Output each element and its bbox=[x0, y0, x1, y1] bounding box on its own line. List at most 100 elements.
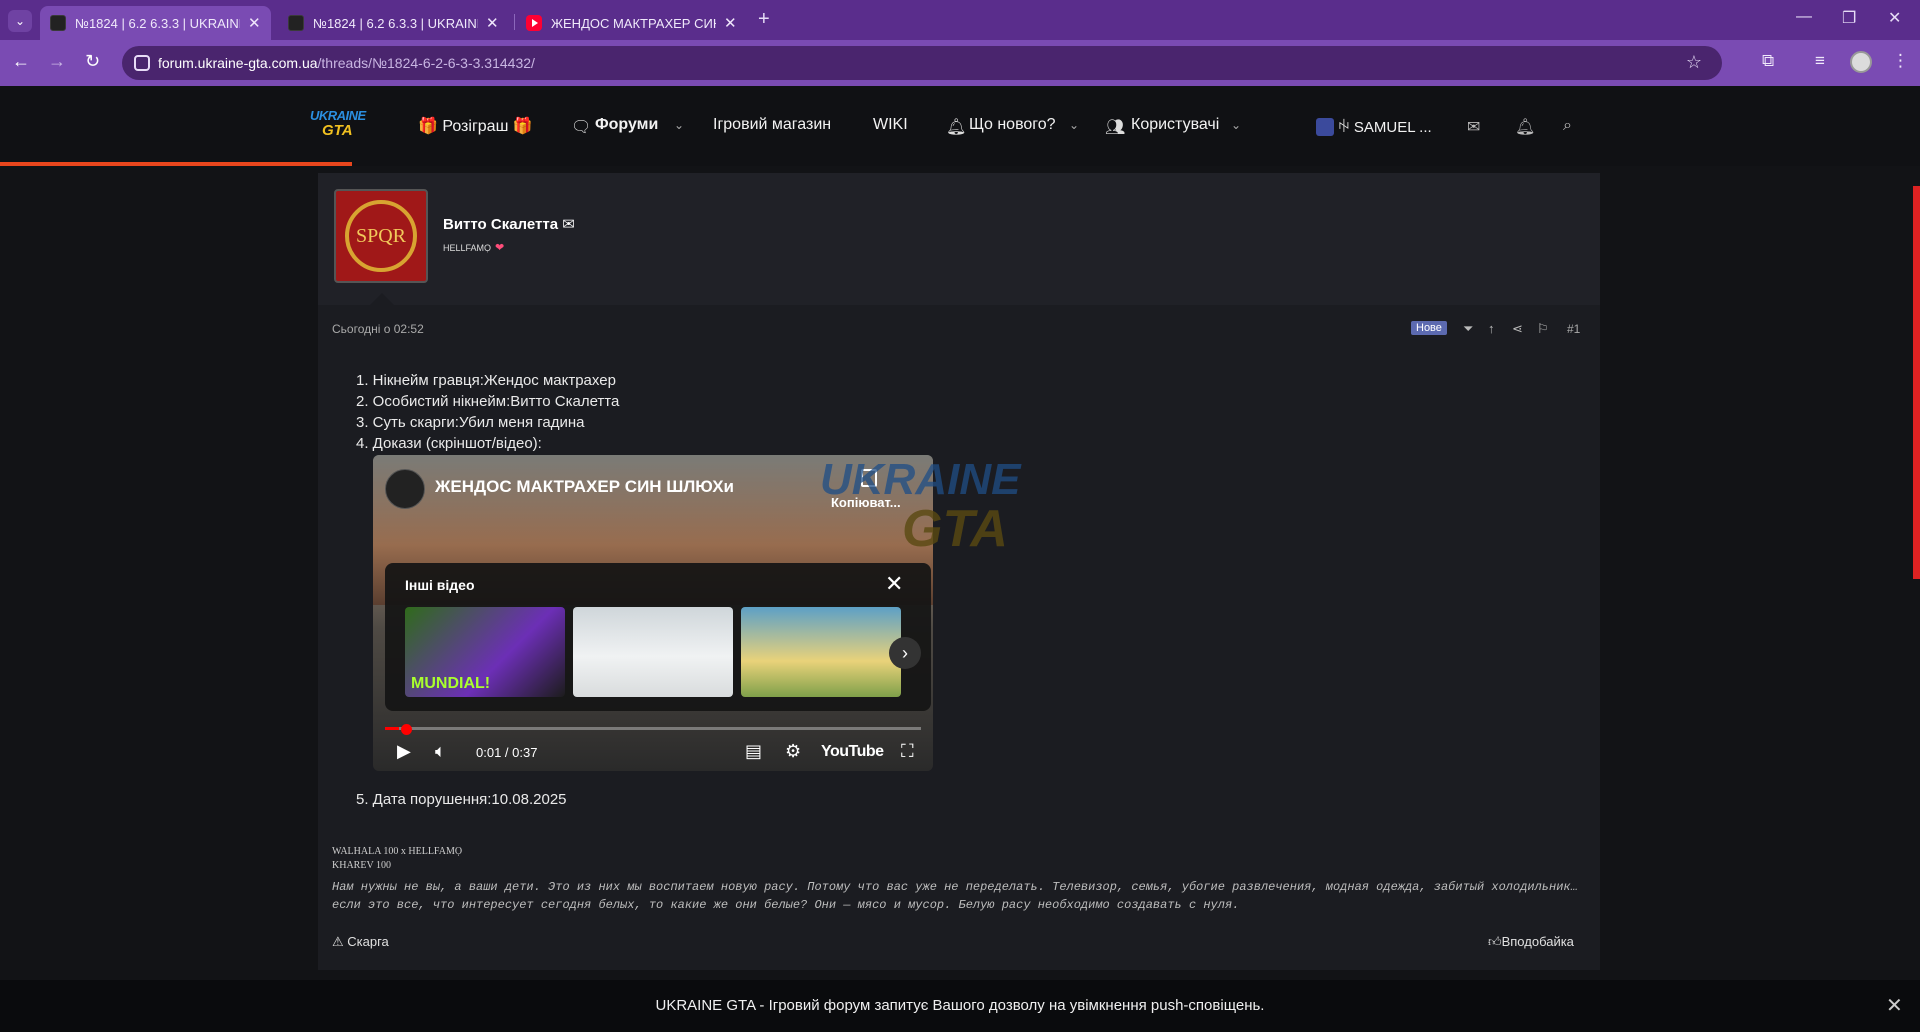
author-name[interactable]: Витто Скалетта ✉ bbox=[443, 215, 575, 233]
account-menu[interactable]: ꑭ SAMUEL ... bbox=[1338, 116, 1432, 136]
like-label: Вподобайка bbox=[1501, 934, 1574, 949]
channel-avatar[interactable] bbox=[385, 469, 425, 509]
extensions-puzzle-icon[interactable]: ⧉ bbox=[1762, 51, 1774, 71]
new-badge: Нове bbox=[1411, 321, 1447, 335]
envelope-icon: ✉ bbox=[562, 216, 575, 233]
list-item: 5. Дата порушення:10.08.2025 bbox=[356, 791, 567, 808]
share-icon[interactable]: ⋖ bbox=[1512, 321, 1523, 337]
close-window-icon[interactable]: ✕ bbox=[1888, 8, 1901, 28]
video-thumbnail[interactable] bbox=[741, 607, 901, 697]
site-favicon-icon bbox=[50, 15, 66, 31]
tab-search-chevron-icon[interactable]: ⌄ bbox=[8, 10, 32, 32]
address-bar[interactable]: forum.ukraine-gta.com.ua/threads/№1824-6… bbox=[122, 46, 1722, 80]
profile-avatar-icon[interactable] bbox=[1850, 51, 1872, 73]
avatar-text: SPQR bbox=[355, 224, 407, 247]
browser-toolbar: ← → ↻ forum.ukraine-gta.com.ua/threads/№… bbox=[0, 40, 1920, 86]
like-button[interactable]: 👍︎Вподобайка bbox=[1488, 934, 1574, 950]
url-path: /threads/№1824-6-2-6-3-3.314432/ bbox=[317, 55, 535, 71]
captions-icon[interactable]: ▤ bbox=[745, 741, 762, 762]
quote-line: если это все, что интересует сегодня бел… bbox=[332, 898, 1240, 912]
forward-arrow-icon[interactable]: → bbox=[48, 51, 66, 72]
video-time: 0:01 / 0:37 bbox=[476, 745, 538, 760]
video-title[interactable]: ЖЕНДОС МАКТРАХЕР СИН ШЛЮХи bbox=[435, 477, 734, 497]
signature-line: KHAREV 100 bbox=[332, 860, 391, 871]
video-thumbnail[interactable] bbox=[573, 607, 733, 697]
tab-separator bbox=[514, 14, 515, 30]
watermark-line1: UKRAINE bbox=[820, 455, 1021, 504]
signature-line: WALHALA 100 x HELLFAMỌ bbox=[332, 846, 463, 857]
media-queue-icon[interactable]: ≡ bbox=[1815, 51, 1825, 71]
video-progress-bar[interactable] bbox=[385, 727, 921, 730]
browser-tab-3[interactable]: ЖЕНДОС МАКТРАХЕР СИН ШЛЮХи ✕ bbox=[516, 6, 747, 40]
arrow-up-icon[interactable]: ↑ bbox=[1488, 321, 1495, 336]
play-icon[interactable]: ▶ bbox=[397, 741, 411, 762]
laurel-wreath-icon: SPQR bbox=[345, 200, 417, 272]
restore-icon[interactable]: ❐ bbox=[1842, 8, 1856, 28]
menu-forums[interactable]: Форуми bbox=[595, 116, 658, 134]
bookmark-icon[interactable]: ⚐ bbox=[1537, 321, 1549, 337]
chevron-down-icon[interactable]: ⌄ bbox=[1231, 118, 1241, 132]
browser-menu-icon[interactable]: ⋮ bbox=[1892, 51, 1909, 71]
post-number[interactable]: #1 bbox=[1567, 322, 1580, 336]
report-button[interactable]: ⚠ Скарга bbox=[332, 934, 389, 950]
browser-tab-1[interactable]: №1824 | 6.2 6.3.3 | UKRAINE GTA ✕ bbox=[40, 6, 271, 40]
close-tab-icon[interactable]: ✕ bbox=[486, 14, 499, 32]
menu-giveaway[interactable]: 🎁 Розіграш 🎁 bbox=[418, 116, 533, 136]
watermark-line2: GTA bbox=[902, 500, 1008, 558]
more-videos-panel: Інші відео ✕ MUNDIAL! › bbox=[385, 563, 931, 711]
progress-scrubber[interactable] bbox=[401, 724, 412, 735]
post-date[interactable]: Сьогодні о 02:52 bbox=[332, 322, 424, 336]
site-info-icon[interactable] bbox=[134, 55, 150, 71]
browser-tab-strip: ⌄ №1824 | 6.2 6.3.3 | UKRAINE GTA ✕ №182… bbox=[0, 0, 1920, 40]
inbox-icon[interactable]: ✉ bbox=[1467, 117, 1480, 137]
speech-bubble-icon: 🗨 bbox=[571, 119, 592, 136]
youtube-logo[interactable]: YouTube bbox=[821, 743, 884, 761]
push-permission-bar: UKRAINE GTA - Ігровий форум запитує Вашо… bbox=[0, 980, 1920, 1032]
reload-icon[interactable]: ↻ bbox=[85, 51, 100, 72]
chevron-right-icon[interactable]: › bbox=[889, 637, 921, 669]
menu-whats-new[interactable]: Що нового? bbox=[969, 116, 1056, 134]
reaction-icon[interactable]: ⏷ bbox=[1463, 321, 1473, 337]
video-progress-fill bbox=[385, 727, 400, 730]
scrollbar-thumb[interactable] bbox=[1913, 186, 1920, 579]
tab-title: ЖЕНДОС МАКТРАХЕР СИН ШЛЮХи bbox=[551, 15, 716, 31]
quote-line: Нам нужны не вы, а ваши дети. Это из них… bbox=[332, 880, 1578, 894]
author-role: HELLFAMỌ ❤ bbox=[443, 241, 504, 254]
author-avatar[interactable]: SPQR bbox=[334, 189, 428, 283]
list-item: 1. Нікнейм гравця:Жендос мактрахер bbox=[356, 372, 616, 389]
browser-tab-2[interactable]: №1824 | 6.2 6.3.3 | UKRAINE GTA ✕ bbox=[278, 6, 509, 40]
close-icon[interactable]: ✕ bbox=[1886, 993, 1903, 1018]
tab-title: №1824 | 6.2 6.3.3 | UKRAINE GTA bbox=[313, 15, 478, 31]
close-tab-icon[interactable]: ✕ bbox=[248, 14, 261, 32]
minimize-icon[interactable]: — bbox=[1796, 8, 1812, 26]
chevron-down-icon[interactable]: ⌄ bbox=[674, 118, 684, 132]
new-tab-plus-icon[interactable]: + bbox=[758, 8, 770, 31]
tab-title: №1824 | 6.2 6.3.3 | UKRAINE GTA bbox=[75, 15, 240, 31]
list-item: 2. Особистий нікнейм:Витто Скалетта bbox=[356, 393, 620, 410]
menu-users[interactable]: Користувачі bbox=[1131, 116, 1219, 134]
bookmark-star-icon[interactable]: ☆ bbox=[1686, 52, 1702, 73]
menu-wiki[interactable]: WIKI bbox=[873, 116, 908, 134]
video-thumbnail[interactable]: MUNDIAL! bbox=[405, 607, 565, 697]
close-tab-icon[interactable]: ✕ bbox=[724, 14, 737, 32]
page-load-progress bbox=[0, 162, 352, 166]
volume-icon[interactable]: 🔈︎ bbox=[435, 741, 446, 762]
menu-shop[interactable]: Ігровий магазин bbox=[713, 116, 831, 134]
chevron-down-icon[interactable]: ⌄ bbox=[1069, 118, 1079, 132]
site-logo[interactable]: UKRAINE GTA bbox=[310, 108, 370, 144]
user-avatar[interactable] bbox=[1316, 118, 1334, 136]
bell-icon: 🔔︎ bbox=[946, 119, 967, 136]
back-arrow-icon[interactable]: ← bbox=[12, 51, 30, 72]
heart-icon: ❤ bbox=[495, 242, 505, 254]
author-role-text: HELLFAMỌ bbox=[443, 243, 492, 253]
alerts-bell-icon[interactable]: 🔔︎ bbox=[1515, 117, 1535, 137]
warning-icon: ⚠ bbox=[332, 934, 344, 949]
thumbs-up-icon: 👍︎ bbox=[1488, 934, 1502, 949]
search-icon[interactable]: ⌕ bbox=[1563, 117, 1572, 135]
report-label: Скарга bbox=[347, 934, 389, 949]
list-item: 3. Суть скарги:Убил меня гадина bbox=[356, 414, 585, 431]
fullscreen-icon[interactable]: ⛶ bbox=[901, 741, 914, 762]
settings-gear-icon[interactable]: ⚙ bbox=[785, 741, 801, 762]
site-header: UKRAINE GTA 🎁 Розіграш 🎁 🗨 Форуми ⌄ Ігро… bbox=[0, 86, 1920, 166]
message-pointer bbox=[370, 293, 394, 305]
